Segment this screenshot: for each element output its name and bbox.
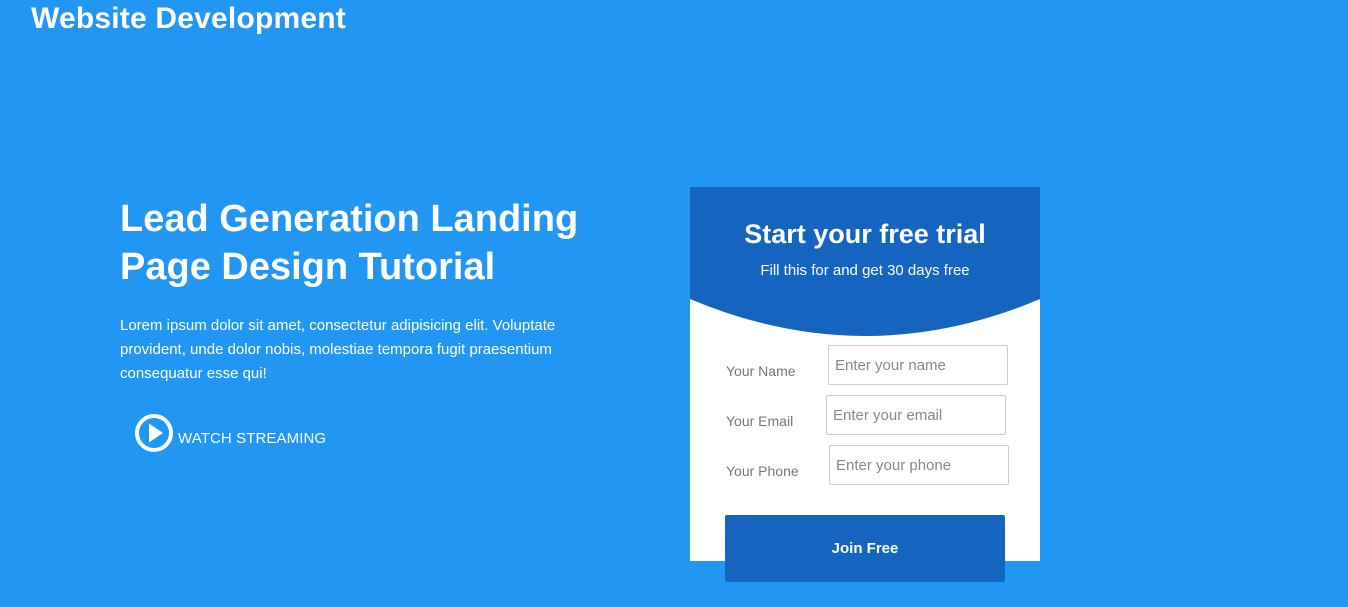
play-circle-icon bbox=[135, 414, 173, 452]
signup-card: Start your free trial Fill this for and … bbox=[690, 187, 1040, 561]
phone-label: Your Phone bbox=[726, 463, 799, 479]
watch-streaming-link[interactable]: WATCH STREAMING bbox=[134, 413, 326, 453]
watch-streaming-label: WATCH STREAMING bbox=[178, 429, 327, 447]
signup-title: Start your free trial bbox=[744, 219, 986, 249]
phone-input[interactable] bbox=[829, 445, 1009, 485]
name-label: Your Name bbox=[726, 363, 796, 379]
email-input[interactable] bbox=[826, 395, 1006, 435]
join-free-button[interactable]: Join Free bbox=[725, 515, 1005, 582]
name-input[interactable] bbox=[828, 345, 1008, 385]
hero-description: Lorem ipsum dolor sit amet, consectetur … bbox=[120, 317, 556, 382]
signup-subtitle: Fill this for and get 30 days free bbox=[760, 262, 970, 279]
email-label: Your Email bbox=[726, 413, 794, 429]
site-brand-title: Website Development bbox=[31, 2, 346, 35]
hero-title: Lead Generation Landing Page Design Tuto… bbox=[120, 198, 579, 288]
